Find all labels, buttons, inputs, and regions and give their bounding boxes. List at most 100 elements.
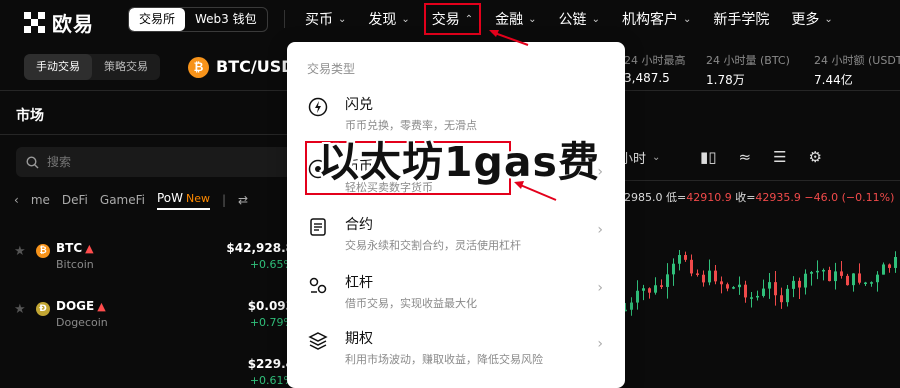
candle-body <box>690 259 693 274</box>
menu-item-margin[interactable]: 杠杆 借币交易，实现收益最大化 › <box>287 266 625 324</box>
tab-manual-trading[interactable]: 手动交易 <box>24 54 92 80</box>
chevron-down-icon: ⌄ <box>824 13 833 25</box>
category-gamefi[interactable]: GameFi <box>100 193 145 207</box>
candle-body <box>894 256 897 268</box>
categories-prev-icon[interactable]: ‹ <box>14 193 19 207</box>
brand-logo[interactable]: 欧易 <box>24 8 94 37</box>
candle-body <box>858 273 861 283</box>
candle-body <box>672 263 675 275</box>
cat-divider: | <box>222 193 227 207</box>
market-row-btc[interactable]: ★ ₿ BTC ▲ Bitcoin $42,928.8 +0.65% <box>14 238 294 278</box>
category-defi[interactable]: DeFi <box>62 193 88 207</box>
stat-value: 7.44亿 <box>814 73 853 87</box>
candle-body <box>816 270 819 273</box>
category-pow[interactable]: PoW New <box>156 191 210 210</box>
candle-body <box>822 269 825 272</box>
candle-body <box>660 285 663 287</box>
draw-lines-icon[interactable]: ☰ <box>773 148 786 166</box>
candle-body <box>714 270 717 282</box>
candlestick-icon[interactable]: ▮▯ <box>700 148 717 166</box>
bitcoin-icon: ₿ <box>188 57 209 78</box>
row-symbol: DOGE ▲ <box>56 299 106 313</box>
menu-item-title: 期权 <box>345 331 373 347</box>
candle-body <box>726 284 729 289</box>
candle-body <box>870 282 873 284</box>
chevron-down-icon: ⌄ <box>401 13 410 25</box>
overlay-caption: 以太坊1gas费 <box>318 138 600 186</box>
trade-mode-tabs: 手动交易 策略交易 <box>24 54 160 80</box>
web3-wallet-tab[interactable]: Web3 钱包 <box>185 8 267 31</box>
candle-body <box>762 288 765 296</box>
tab-strategy-trading[interactable]: 策略交易 <box>92 54 160 80</box>
contract-icon <box>310 218 326 236</box>
nav-item-finance[interactable]: 金融 ⌄ <box>495 9 536 29</box>
candle-body <box>768 282 771 289</box>
candle-body <box>648 288 651 293</box>
main-menu: 买币 ⌄ 发现 ⌄ 交易 ⌃ 金融 ⌄ 公链 ⌄ 机构客户 ⌄ 新手学院 更多 … <box>305 0 855 38</box>
search-input[interactable] <box>47 155 247 169</box>
row-name: Dogecoin <box>56 316 108 329</box>
brand-name: 欧易 <box>52 12 94 36</box>
candle-body <box>798 280 801 288</box>
nav-item-trade[interactable]: 交易 ⌃ <box>423 3 482 35</box>
chevron-down-icon: ⌄ <box>591 13 600 25</box>
env-switch: 交易所 Web3 钱包 <box>128 7 268 32</box>
candle-body <box>738 284 741 288</box>
nav-item-buy[interactable]: 买币 ⌄ <box>305 9 346 29</box>
candle-body <box>684 255 687 260</box>
candle-body <box>708 270 711 283</box>
nav-item-academy[interactable]: 新手学院 <box>713 9 769 29</box>
nav-item-label: 金融 <box>495 12 524 28</box>
settings-gear-icon[interactable]: ⚙ <box>809 148 822 166</box>
menu-item-desc: 借币交易，实现收益最大化 <box>345 297 477 310</box>
timeframe-select[interactable]: 小时 ⌄ <box>620 148 660 167</box>
hot-flame-icon: ▲ <box>97 300 106 313</box>
indicator-icon[interactable]: ≈ <box>739 148 752 166</box>
swap-icon[interactable]: ⇄ <box>238 193 248 207</box>
nav-item-more[interactable]: 更多 ⌄ <box>791 9 832 29</box>
market-row-3[interactable]: $229.4 +0.61% <box>14 354 294 388</box>
menu-item-desc: 利用市场波动，赚取收益，降低交易风险 <box>345 353 543 366</box>
market-search[interactable] <box>16 147 292 177</box>
candle-body <box>804 273 807 288</box>
candle-body <box>756 295 759 298</box>
stat-label: 24 小时量 (BTC) <box>706 54 790 67</box>
candle-body <box>696 273 699 275</box>
stat-value: 1.78万 <box>706 73 745 87</box>
candle-body <box>630 302 633 310</box>
nav-item-institutional[interactable]: 机构客户 ⌄ <box>622 9 691 29</box>
hot-flame-icon: ▲ <box>85 242 94 255</box>
stat-label: 24 小时额 (USDT <box>814 54 900 67</box>
trading-pair[interactable]: BTC/USD <box>216 57 295 76</box>
candle-body <box>774 282 777 296</box>
row-name: Bitcoin <box>56 258 94 271</box>
star-icon[interactable]: ★ <box>14 302 26 317</box>
row-symbol: BTC ▲ <box>56 241 94 255</box>
chevron-right-icon: › <box>597 336 603 352</box>
chevron-right-icon: › <box>597 280 603 296</box>
options-icon <box>308 332 328 350</box>
chart-divider <box>620 180 900 181</box>
candles-group <box>624 249 897 316</box>
stat-value: 3,487.5 <box>624 71 670 85</box>
market-divider <box>0 134 300 135</box>
market-row-doge[interactable]: ★ Ð DOGE ▲ Dogecoin $0.093 +0.79% <box>14 296 294 336</box>
chart-toolbar: ▮▯ ≈ ☰ ⚙ <box>700 148 822 166</box>
star-icon[interactable]: ★ <box>14 244 26 259</box>
nav-item-chain[interactable]: 公链 ⌄ <box>559 9 600 29</box>
menu-item-contract[interactable]: 合约 交易永续和交割合约，灵活使用杠杆 › <box>287 208 625 266</box>
exchange-tab[interactable]: 交易所 <box>129 8 186 31</box>
candle-body <box>636 290 639 303</box>
nav-item-discover[interactable]: 发现 ⌄ <box>368 9 409 29</box>
margin-icon <box>309 277 327 294</box>
candlestick-chart[interactable] <box>620 200 900 388</box>
menu-item-options[interactable]: 期权 利用市场波动，赚取收益，降低交易风险 › <box>287 322 625 380</box>
menu-item-title: 杠杆 <box>345 275 373 291</box>
dropdown-section-title: 交易类型 <box>307 62 356 76</box>
candle-body <box>840 271 843 276</box>
category-me[interactable]: me <box>31 193 50 207</box>
top-navigation: 欧易 交易所 Web3 钱包 买币 ⌄ 发现 ⌄ 交易 ⌃ 金融 ⌄ 公链 ⌄ … <box>0 0 900 38</box>
row-price: $42,928.8 <box>226 241 294 255</box>
row-symbol-text: BTC <box>56 241 83 255</box>
chevron-right-icon: › <box>597 222 603 238</box>
